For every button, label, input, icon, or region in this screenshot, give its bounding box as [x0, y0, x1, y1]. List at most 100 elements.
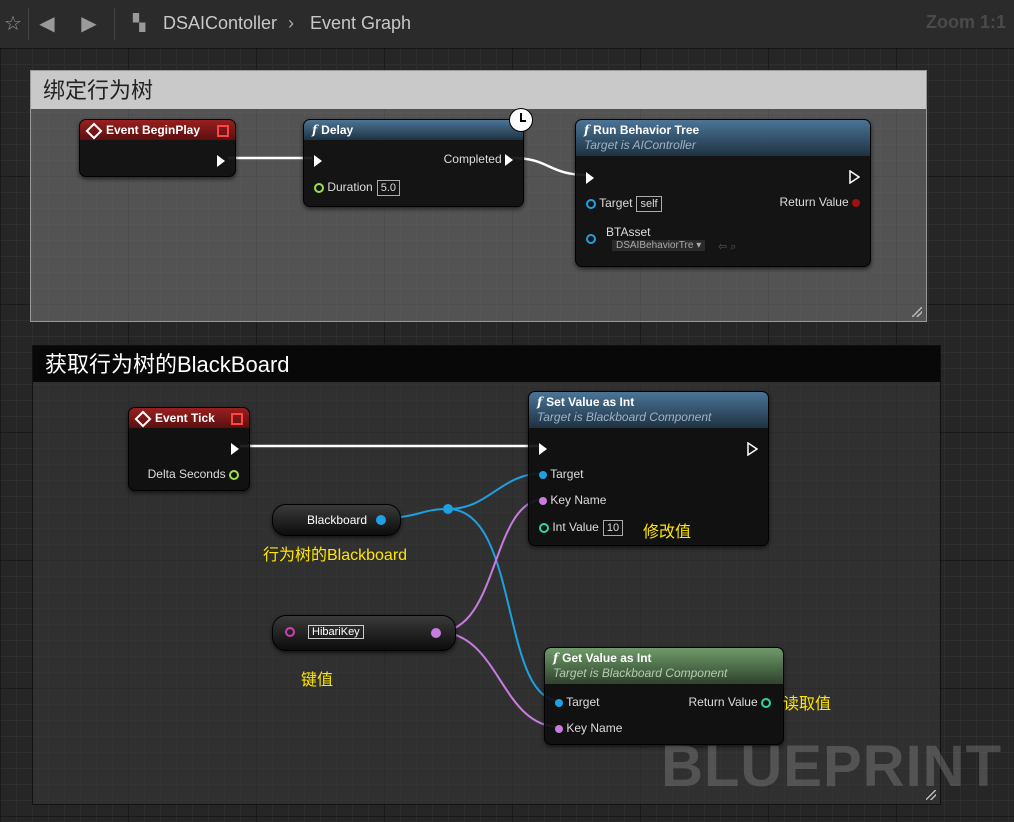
completed-pin[interactable]: Completed: [444, 152, 513, 166]
object-pin-icon: [539, 470, 547, 479]
exec-pin-icon: [539, 442, 547, 455]
node-title: Delay: [321, 123, 354, 137]
event-icon: [85, 122, 103, 140]
target-pin[interactable]: Target self: [586, 196, 662, 212]
blueprint-watermark: BLUEPRINT: [661, 734, 1002, 799]
pin-label: Return Value: [779, 195, 849, 209]
exec-out-pin[interactable]: [217, 153, 225, 167]
node-run-behavior-tree[interactable]: f Run Behavior Tree Target is AIControlle…: [575, 119, 871, 267]
btasset-label: BTAsset: [606, 225, 651, 239]
node-header: Event Tick: [129, 408, 249, 428]
int-pin-icon: [539, 522, 549, 533]
dropdown-value: DSAIBehaviorTre: [616, 240, 694, 251]
delegate-icon: [231, 413, 243, 425]
pin-label: Target: [566, 695, 600, 709]
annotation-modify: 修改值: [643, 524, 692, 541]
duration-input[interactable]: 5.0: [376, 180, 400, 196]
pin-label: Key Name: [566, 721, 623, 735]
pin-label: Duration: [327, 180, 373, 194]
name-pin-icon[interactable]: [431, 628, 441, 638]
delegate-icon: [217, 125, 229, 137]
exec-pin-icon: [231, 442, 239, 455]
clock-icon: [509, 108, 533, 132]
annotation-blackboard: 行为树的Blackboard: [263, 547, 408, 564]
duration-pin[interactable]: Duration 5.0: [314, 180, 400, 196]
exec-out-pin[interactable]: [849, 168, 861, 185]
node-get-value-as-int[interactable]: f Get Value as Int Target is Blackboard C…: [544, 647, 784, 745]
annotation-read: 读取值: [783, 696, 832, 713]
object-pin-icon: [586, 234, 596, 244]
pin-label: Completed: [443, 152, 502, 166]
exec-pin-icon: [747, 441, 759, 457]
pin-label: Int Value: [552, 520, 599, 534]
int-pin-icon: [761, 697, 771, 708]
key-name-pin[interactable]: Key Name: [539, 493, 606, 507]
target-input[interactable]: self: [636, 196, 662, 212]
node-event-beginplay[interactable]: Event BeginPlay: [79, 119, 236, 177]
pin-label: Delta Seconds: [147, 467, 226, 481]
function-icon: f: [537, 395, 543, 409]
node-title: Event BeginPlay: [106, 123, 201, 137]
int-value-input[interactable]: 10: [602, 520, 624, 536]
float-pin-icon: [229, 469, 239, 480]
node-blackboard-variable[interactable]: Blackboard: [272, 504, 401, 536]
node-subtitle: Target is Blackboard Component: [537, 410, 712, 424]
object-pin-icon[interactable]: [376, 515, 386, 525]
exec-in-pin[interactable]: [314, 153, 322, 167]
node-title: Get Value as Int: [562, 651, 652, 665]
node-header: f Get Value as Int Target is Blackboard C…: [545, 648, 783, 684]
node-delay[interactable]: f Delay Completed Duration 5.0: [303, 119, 524, 207]
exec-out-pin[interactable]: [231, 441, 239, 455]
browse-icon[interactable]: ⇦ ⌕: [718, 240, 736, 254]
pin-label: Target: [599, 196, 633, 210]
exec-pin-icon: [217, 154, 225, 167]
node-title: Event Tick: [155, 411, 215, 425]
function-icon: f: [312, 123, 318, 137]
chevron-down-icon: ▾: [696, 240, 702, 251]
exec-pin-icon: [505, 153, 513, 166]
key-name-pin[interactable]: Key Name: [555, 721, 622, 735]
node-header: Event BeginPlay: [80, 120, 235, 140]
pin-label: Return Value: [688, 695, 758, 709]
float-pin-icon: [314, 182, 324, 193]
function-icon: f: [553, 651, 559, 665]
exec-pin-icon: [586, 171, 594, 184]
node-subtitle: Target is AIController: [584, 138, 696, 152]
variable-label: Blackboard: [307, 513, 368, 527]
event-icon: [134, 410, 152, 428]
exec-in-pin[interactable]: [539, 441, 547, 455]
target-pin[interactable]: Target: [555, 695, 599, 709]
object-pin-icon: [586, 198, 596, 209]
key-name-input[interactable]: HibariKey: [308, 625, 364, 639]
target-pin[interactable]: Target: [539, 467, 583, 481]
name-pin-icon: [539, 496, 547, 505]
node-make-literal-name[interactable]: HibariKey: [272, 615, 456, 651]
node-subtitle: Target is Blackboard Component: [553, 666, 728, 680]
btasset-pin[interactable]: [586, 226, 596, 244]
pin-label: Key Name: [550, 493, 607, 507]
node-header: f Delay: [304, 120, 523, 140]
name-pin-icon[interactable]: [285, 627, 295, 637]
node-header: f Run Behavior Tree Target is AIControlle…: [576, 120, 870, 156]
object-pin-icon: [555, 698, 563, 707]
pin-label: Target: [550, 467, 584, 481]
node-event-tick[interactable]: Event Tick Delta Seconds: [128, 407, 250, 491]
node-header: f Set Value as Int Target is Blackboard C…: [529, 392, 768, 428]
annotation-key-value: 键值: [301, 672, 334, 689]
node-title: Run Behavior Tree: [593, 123, 700, 137]
btasset-dropdown[interactable]: DSAIBehaviorTre ▾: [612, 240, 706, 251]
name-wire: [437, 631, 561, 728]
exec-pin-icon: [849, 169, 861, 185]
exec-in-pin[interactable]: [586, 170, 594, 184]
return-value-pin[interactable]: Return Value: [688, 695, 771, 709]
function-icon: f: [584, 123, 590, 137]
delta-seconds-pin[interactable]: Delta Seconds: [148, 467, 239, 481]
reroute-knot: [443, 504, 453, 514]
int-value-pin[interactable]: Int Value 10: [539, 520, 624, 536]
exec-out-pin[interactable]: [747, 440, 759, 457]
name-pin-icon: [555, 724, 563, 733]
node-title: Set Value as Int: [546, 395, 635, 409]
bool-pin-icon: [852, 198, 860, 207]
return-value-pin[interactable]: Return Value: [779, 195, 860, 209]
exec-pin-icon: [314, 154, 322, 167]
